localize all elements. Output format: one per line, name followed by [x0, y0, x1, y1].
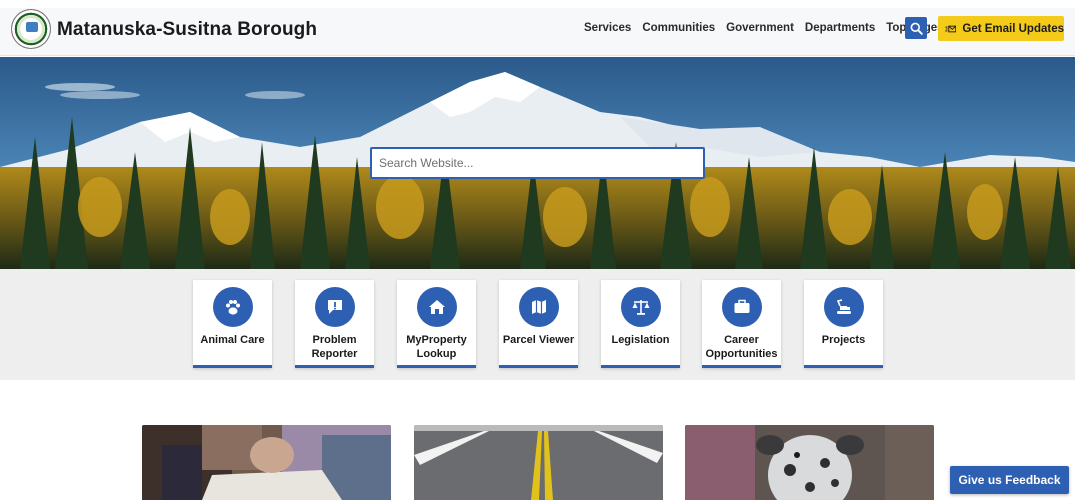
search-icon	[910, 22, 923, 35]
quick-link-label: Parcel Viewer	[502, 334, 575, 346]
site-title[interactable]: Matanuska-Susitna Borough	[57, 19, 317, 41]
spotted-dog-photo	[685, 425, 934, 500]
alert-speech-bubble-icon	[314, 287, 355, 327]
quick-link-myproperty-lookup[interactable]: MyProperty Lookup	[397, 280, 476, 368]
quick-link-label: Animal Care	[200, 334, 265, 346]
excavator-icon	[823, 287, 864, 327]
people-signing-documents-photo	[142, 425, 391, 500]
feature-card-people-signing-documents[interactable]	[142, 425, 391, 500]
quick-link-label: Legislation	[611, 334, 670, 346]
balance-scale-icon	[620, 287, 661, 327]
header-search-button[interactable]	[905, 17, 927, 39]
home-icon	[416, 287, 457, 327]
quick-link-label: MyProperty Lookup	[406, 334, 467, 360]
main-nav: Services Communities Government Departme…	[584, 22, 955, 34]
nav-item-services[interactable]: Services	[584, 22, 631, 34]
highway-road-photo	[414, 425, 663, 500]
paw-icon	[212, 287, 253, 327]
site-search-input[interactable]	[370, 147, 705, 179]
borough-seal-logo[interactable]	[11, 9, 51, 49]
hero-banner	[0, 57, 1075, 269]
feature-card-highway-road[interactable]	[414, 425, 663, 500]
quick-link-label: Projects	[821, 334, 866, 346]
briefcase-icon	[721, 287, 762, 327]
map-icon	[518, 287, 559, 327]
feature-card-spotted-dog[interactable]	[685, 425, 934, 500]
site-header: Matanuska-Susitna Borough Services Commu…	[0, 8, 1075, 56]
get-email-updates-button[interactable]: Get Email Updates	[938, 16, 1064, 41]
nav-item-departments[interactable]: Departments	[805, 22, 875, 34]
quick-links-section: Animal Care Problem Reporter MyProperty …	[0, 269, 1075, 380]
envelope-list-icon	[945, 25, 957, 32]
quick-link-problem-reporter[interactable]: Problem Reporter	[295, 280, 374, 368]
nav-item-communities[interactable]: Communities	[642, 22, 715, 34]
quick-link-projects[interactable]: Projects	[804, 280, 883, 368]
quick-link-label: Problem Reporter	[311, 334, 358, 360]
email-button-label: Get Email Updates	[962, 22, 1064, 35]
quick-link-parcel-viewer[interactable]: Parcel Viewer	[499, 280, 578, 368]
quick-link-label: Career Opportunities	[705, 334, 778, 360]
give-feedback-button[interactable]: Give us Feedback	[950, 466, 1069, 494]
quick-link-career-opportunities[interactable]: Career Opportunities	[702, 280, 781, 368]
nav-item-government[interactable]: Government	[726, 22, 794, 34]
quick-link-legislation[interactable]: Legislation	[601, 280, 680, 368]
quick-link-animal-care[interactable]: Animal Care	[193, 280, 272, 368]
